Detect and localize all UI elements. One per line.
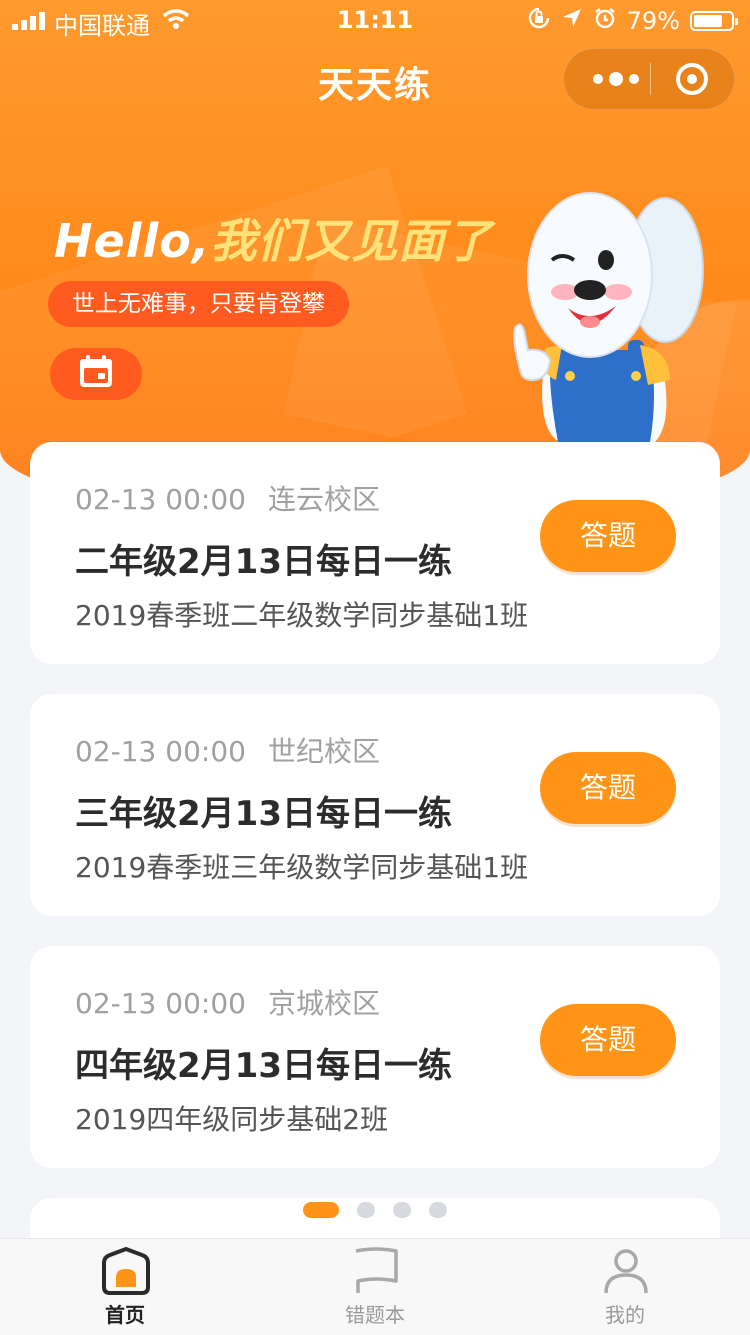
person-icon bbox=[600, 1247, 652, 1295]
card-datetime: 02-13 00:00 bbox=[75, 987, 246, 1020]
calendar-button[interactable] bbox=[50, 348, 142, 400]
home-icon bbox=[100, 1246, 152, 1295]
card-class-name: 2019春季班三年级数学同步基础1班 bbox=[75, 851, 529, 884]
answer-button[interactable]: 答题 bbox=[540, 500, 676, 572]
card-title: 四年级2月13日每日一练 bbox=[75, 1046, 452, 1086]
page-indicator bbox=[0, 1202, 750, 1218]
card-title: 二年级2月13日每日一练 bbox=[75, 542, 452, 582]
tab-label: 我的 bbox=[605, 1303, 645, 1327]
status-bar: 中国联通 11:11 79% bbox=[0, 0, 750, 40]
card-class-name: 2019四年级同步基础2班 bbox=[75, 1103, 389, 1136]
greeting-rest: 我们又见面了 bbox=[210, 214, 493, 268]
answer-button[interactable]: 答题 bbox=[540, 1004, 676, 1076]
card-campus: 京城校区 bbox=[267, 987, 380, 1020]
page-dot[interactable] bbox=[357, 1202, 375, 1218]
greeting-prefix: Hello, bbox=[54, 214, 211, 268]
answer-button[interactable]: 答题 bbox=[540, 752, 676, 824]
card-campus: 连云校区 bbox=[267, 483, 380, 516]
alarm-icon bbox=[593, 6, 617, 36]
capsule-divider bbox=[650, 63, 651, 95]
tab-label: 错题本 bbox=[345, 1303, 405, 1327]
tab-wrong-questions[interactable]: 错题本 bbox=[250, 1239, 500, 1335]
card-datetime: 02-13 00:00 bbox=[75, 735, 246, 768]
tab-home[interactable]: 首页 bbox=[0, 1239, 250, 1335]
tab-bar: 首页 错题本 我的 bbox=[0, 1238, 750, 1335]
card-meta: 02-13 00:00 京城校区 bbox=[75, 982, 380, 1022]
calendar-icon bbox=[78, 354, 114, 394]
tab-mine[interactable]: 我的 bbox=[500, 1239, 750, 1335]
motto-badge: 世上无难事，只要肯登攀 bbox=[48, 281, 349, 327]
card-campus: 世纪校区 bbox=[267, 735, 380, 768]
close-target-icon[interactable] bbox=[676, 63, 708, 95]
page-dot[interactable] bbox=[393, 1202, 411, 1218]
exercise-card[interactable]: 02-13 00:00 京城校区 四年级2月13日每日一练 2019四年级同步基础… bbox=[30, 946, 720, 1168]
card-datetime: 02-13 00:00 bbox=[75, 483, 246, 516]
mini-program-capsule bbox=[563, 48, 735, 110]
card-class-name: 2019春季班二年级数学同步基础1班 bbox=[75, 599, 529, 632]
card-title: 三年级2月13日每日一练 bbox=[75, 794, 452, 834]
card-meta: 02-13 00:00 世纪校区 bbox=[75, 730, 380, 770]
greeting-text: Hello,我们又见面了 bbox=[54, 205, 492, 271]
battery-icon bbox=[690, 11, 738, 31]
mascot-dog-illustration bbox=[490, 180, 720, 442]
exercise-card[interactable]: 02-13 00:00 世纪校区 三年级2月13日每日一练 2019春季班三年级数… bbox=[30, 694, 720, 916]
page-dot[interactable] bbox=[429, 1202, 447, 1218]
battery-percent: 79% bbox=[626, 7, 680, 35]
more-dots-icon[interactable] bbox=[584, 49, 648, 109]
tab-label: 首页 bbox=[105, 1303, 145, 1327]
exercise-card[interactable]: 02-13 00:00 连云校区 二年级2月13日每日一练 2019春季班二年级数… bbox=[30, 442, 720, 664]
location-arrow-icon bbox=[561, 7, 583, 35]
card-meta: 02-13 00:00 连云校区 bbox=[75, 478, 380, 518]
page-dot-active[interactable] bbox=[303, 1202, 339, 1218]
flag-icon bbox=[350, 1247, 402, 1295]
orientation-lock-icon bbox=[527, 6, 551, 36]
